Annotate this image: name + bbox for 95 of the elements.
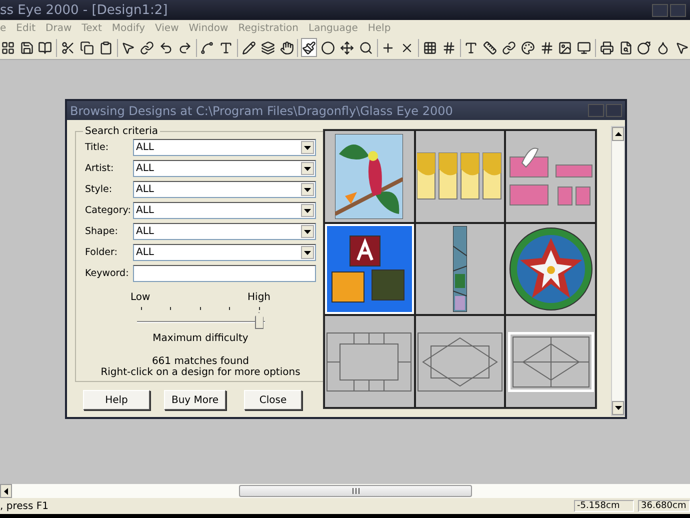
zoom-icon — [358, 40, 373, 54]
brush-icon — [302, 40, 316, 54]
hand-icon — [280, 40, 294, 54]
droplet-icon — [656, 40, 670, 54]
scrollbar[interactable] — [611, 126, 625, 416]
layers-icon — [260, 40, 275, 54]
field-label: Shape: — [85, 226, 119, 237]
design-thumbnail[interactable] — [505, 130, 596, 223]
dropdown[interactable]: ALL — [133, 160, 316, 177]
horizontal-scrollbar[interactable] — [0, 484, 690, 498]
paste-icon — [98, 40, 113, 54]
hash-icon — [540, 40, 554, 54]
dialog-button[interactable]: Buy More — [164, 390, 226, 410]
caret-icon — [304, 208, 311, 212]
window-title: ss Eye 2000 - [Design1:2] — [0, 2, 168, 18]
field-label: Style: — [85, 184, 114, 195]
monitor-icon — [577, 40, 592, 54]
menu-item[interactable]: Text — [82, 22, 102, 34]
up-arrow-icon — [614, 132, 622, 136]
curve-icon — [200, 40, 214, 54]
move-icon — [340, 40, 354, 54]
dialog-title: Browsing Designs at C:\Program Files\Dragonfly\Glass Eye 2000 — [70, 104, 453, 118]
caret-icon — [304, 188, 311, 192]
ruler-icon — [483, 40, 498, 54]
field-label: Keyword: — [85, 268, 130, 279]
save-icon — [20, 40, 34, 54]
pointer-icon — [121, 40, 136, 54]
design-thumbnail[interactable] — [414, 315, 506, 408]
pencil-icon — [242, 40, 256, 54]
toolbar-button[interactable] — [301, 38, 318, 57]
redo-icon — [178, 40, 192, 54]
field-label: Folder: — [85, 247, 118, 258]
menu-item[interactable]: Window — [188, 22, 228, 34]
design-thumbnail[interactable] — [324, 315, 415, 408]
copy-icon — [80, 40, 94, 54]
slider-thumb[interactable] — [254, 312, 264, 329]
slider-label: Low — [130, 292, 150, 303]
down-arrow-icon — [614, 406, 622, 410]
menu-item[interactable]: Registration — [238, 22, 299, 34]
grid-icon — [422, 40, 437, 54]
group-title: Search criteria — [84, 126, 160, 137]
difficulty-slider[interactable] — [136, 305, 264, 329]
design-thumbnail[interactable] — [414, 222, 506, 316]
grip-icon — [352, 488, 360, 494]
menu-item[interactable]: Draw — [46, 22, 72, 34]
y-coordinate: 36.680cm — [638, 500, 690, 512]
menu-item[interactable]: View — [155, 22, 179, 34]
left-arrow-icon — [4, 488, 8, 494]
dropdown[interactable]: ALL — [133, 223, 316, 240]
design-thumbnail[interactable] — [324, 130, 415, 223]
palette-icon — [520, 40, 535, 54]
text-icon — [464, 40, 478, 54]
dialog-button[interactable]: Help — [83, 390, 150, 410]
keyword-field[interactable] — [133, 265, 316, 282]
cut-icon — [61, 40, 76, 54]
field-label: Category: — [85, 205, 132, 216]
chain-icon — [502, 40, 516, 54]
image-icon — [558, 40, 572, 54]
field-label: Title: — [85, 142, 110, 153]
menu-item[interactable]: Language — [308, 22, 358, 34]
dropdown[interactable]: ALL — [133, 244, 316, 261]
caret-icon — [304, 230, 311, 234]
dropdown[interactable]: ALL — [133, 181, 316, 198]
field-label: Artist: — [85, 163, 115, 174]
menu-item[interactable]: Modify — [112, 22, 146, 34]
caret-icon — [304, 250, 311, 254]
dropdown[interactable]: ALL — [133, 202, 316, 219]
scroll-thumb[interactable] — [239, 485, 472, 497]
dialog-button[interactable]: Close — [244, 390, 302, 410]
slider-caption: Maximum difficulty — [152, 333, 248, 344]
plus-icon — [381, 40, 396, 54]
book-icon — [38, 40, 52, 54]
x-coordinate: -5.158cm — [574, 500, 634, 512]
print-preview-icon — [618, 40, 633, 54]
hint-text: Right-click on a design for more options — [100, 367, 300, 378]
status-message: , press F1 — [0, 500, 48, 512]
design-thumbnail[interactable] — [414, 130, 506, 223]
dropdown[interactable]: ALL — [133, 139, 316, 156]
slider-label: High — [248, 292, 270, 303]
text-icon — [219, 40, 234, 54]
match-count: 661 matches found — [152, 356, 250, 367]
grid-icon — [0, 40, 15, 54]
undo-icon — [158, 40, 173, 54]
circle-icon — [321, 40, 336, 54]
caret-icon — [304, 166, 311, 170]
caret-icon — [304, 146, 311, 150]
menu-item[interactable]: Help — [368, 22, 391, 34]
hash-icon — [442, 40, 456, 54]
print-icon — [600, 40, 614, 54]
menu-item[interactable]: e — [0, 22, 6, 34]
bomb-icon — [637, 40, 652, 54]
chain-icon — [140, 40, 154, 54]
pointer-icon — [674, 40, 689, 54]
design-thumbnail[interactable] — [505, 315, 596, 408]
menu-item[interactable]: Edit — [16, 22, 36, 34]
